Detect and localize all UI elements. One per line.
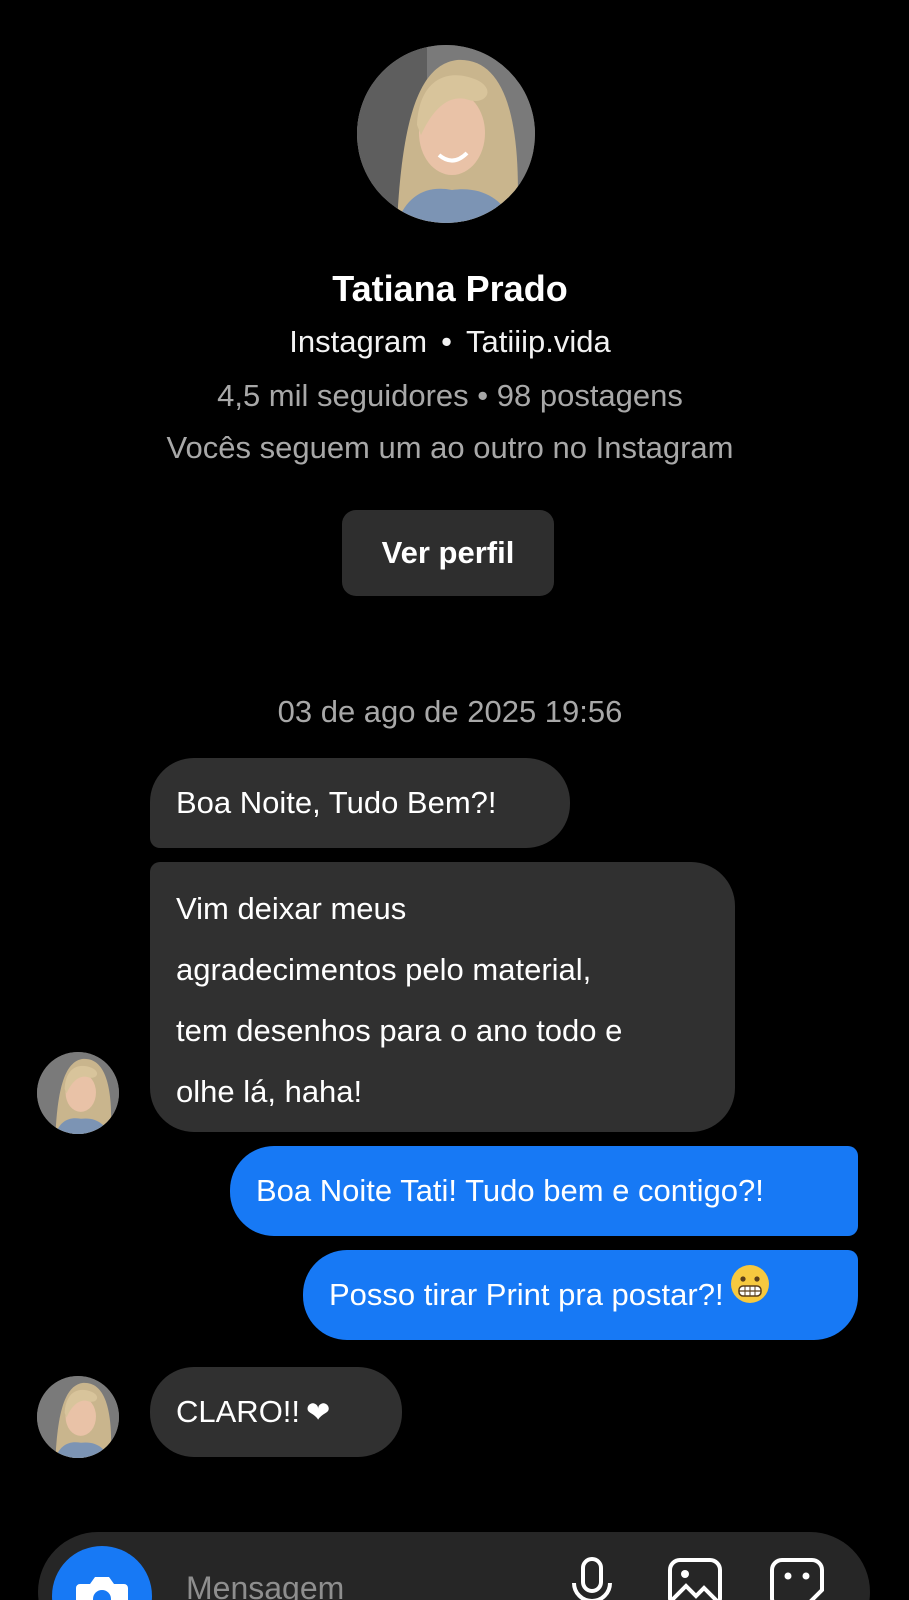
profile-platform-line: Instagram • Tatiiip.vida <box>0 324 900 360</box>
message-text: Posso tirar Print pra postar?! <box>329 1277 724 1312</box>
sticker-icon[interactable] <box>768 1556 826 1600</box>
camera-button[interactable] <box>52 1546 152 1600</box>
contact-avatar[interactable] <box>37 1052 119 1134</box>
view-profile-button[interactable]: Ver perfil <box>342 510 554 596</box>
microphone-icon[interactable] <box>568 1556 616 1600</box>
message-text: CLARO!! <box>176 1394 301 1429</box>
profile-name: Tatiana Prado <box>332 268 568 309</box>
message-line: tem desenhos para o ano todo e <box>176 1013 623 1048</box>
heart-icon: ❤ <box>306 1397 331 1429</box>
grimacing-face-icon <box>730 1249 770 1339</box>
incoming-message[interactable]: Boa Noite, Tudo Bem?! <box>150 758 570 848</box>
username: Tatiiip.vida <box>465 324 611 359</box>
platform-label: Instagram <box>289 324 428 359</box>
separator-dot: • <box>441 324 452 359</box>
conversation-timestamp: 03 de ago de 2025 19:56 <box>277 694 623 729</box>
profile-avatar[interactable] <box>357 45 535 223</box>
profile-stats: 4,5 mil seguidores • 98 postagens <box>217 378 683 413</box>
message-input[interactable] <box>186 1570 486 1600</box>
message-line: agradecimentos pelo material, <box>176 952 592 987</box>
message-line: olhe lá, haha! <box>176 1074 363 1109</box>
chat-screen: Tatiana Prado Instagram • Tatiiip.vida 4,5… <box>0 0 909 1600</box>
outgoing-message[interactable]: Boa Noite Tati! Tudo bem e contigo?! <box>230 1146 858 1236</box>
gallery-icon[interactable] <box>666 1556 724 1600</box>
camera-icon <box>76 1577 128 1600</box>
incoming-message[interactable]: Vim deixar meus agradecimentos pelo mate… <box>150 862 735 1132</box>
message-line: Vim deixar meus <box>176 891 407 926</box>
incoming-message[interactable]: CLARO!! ❤ <box>150 1367 402 1457</box>
contact-avatar[interactable] <box>37 1376 119 1458</box>
outgoing-message[interactable]: Posso tirar Print pra postar?! <box>303 1250 858 1340</box>
message-composer <box>38 1532 870 1600</box>
mutual-follow-note: Vocês seguem um ao outro no Instagram <box>166 430 734 465</box>
